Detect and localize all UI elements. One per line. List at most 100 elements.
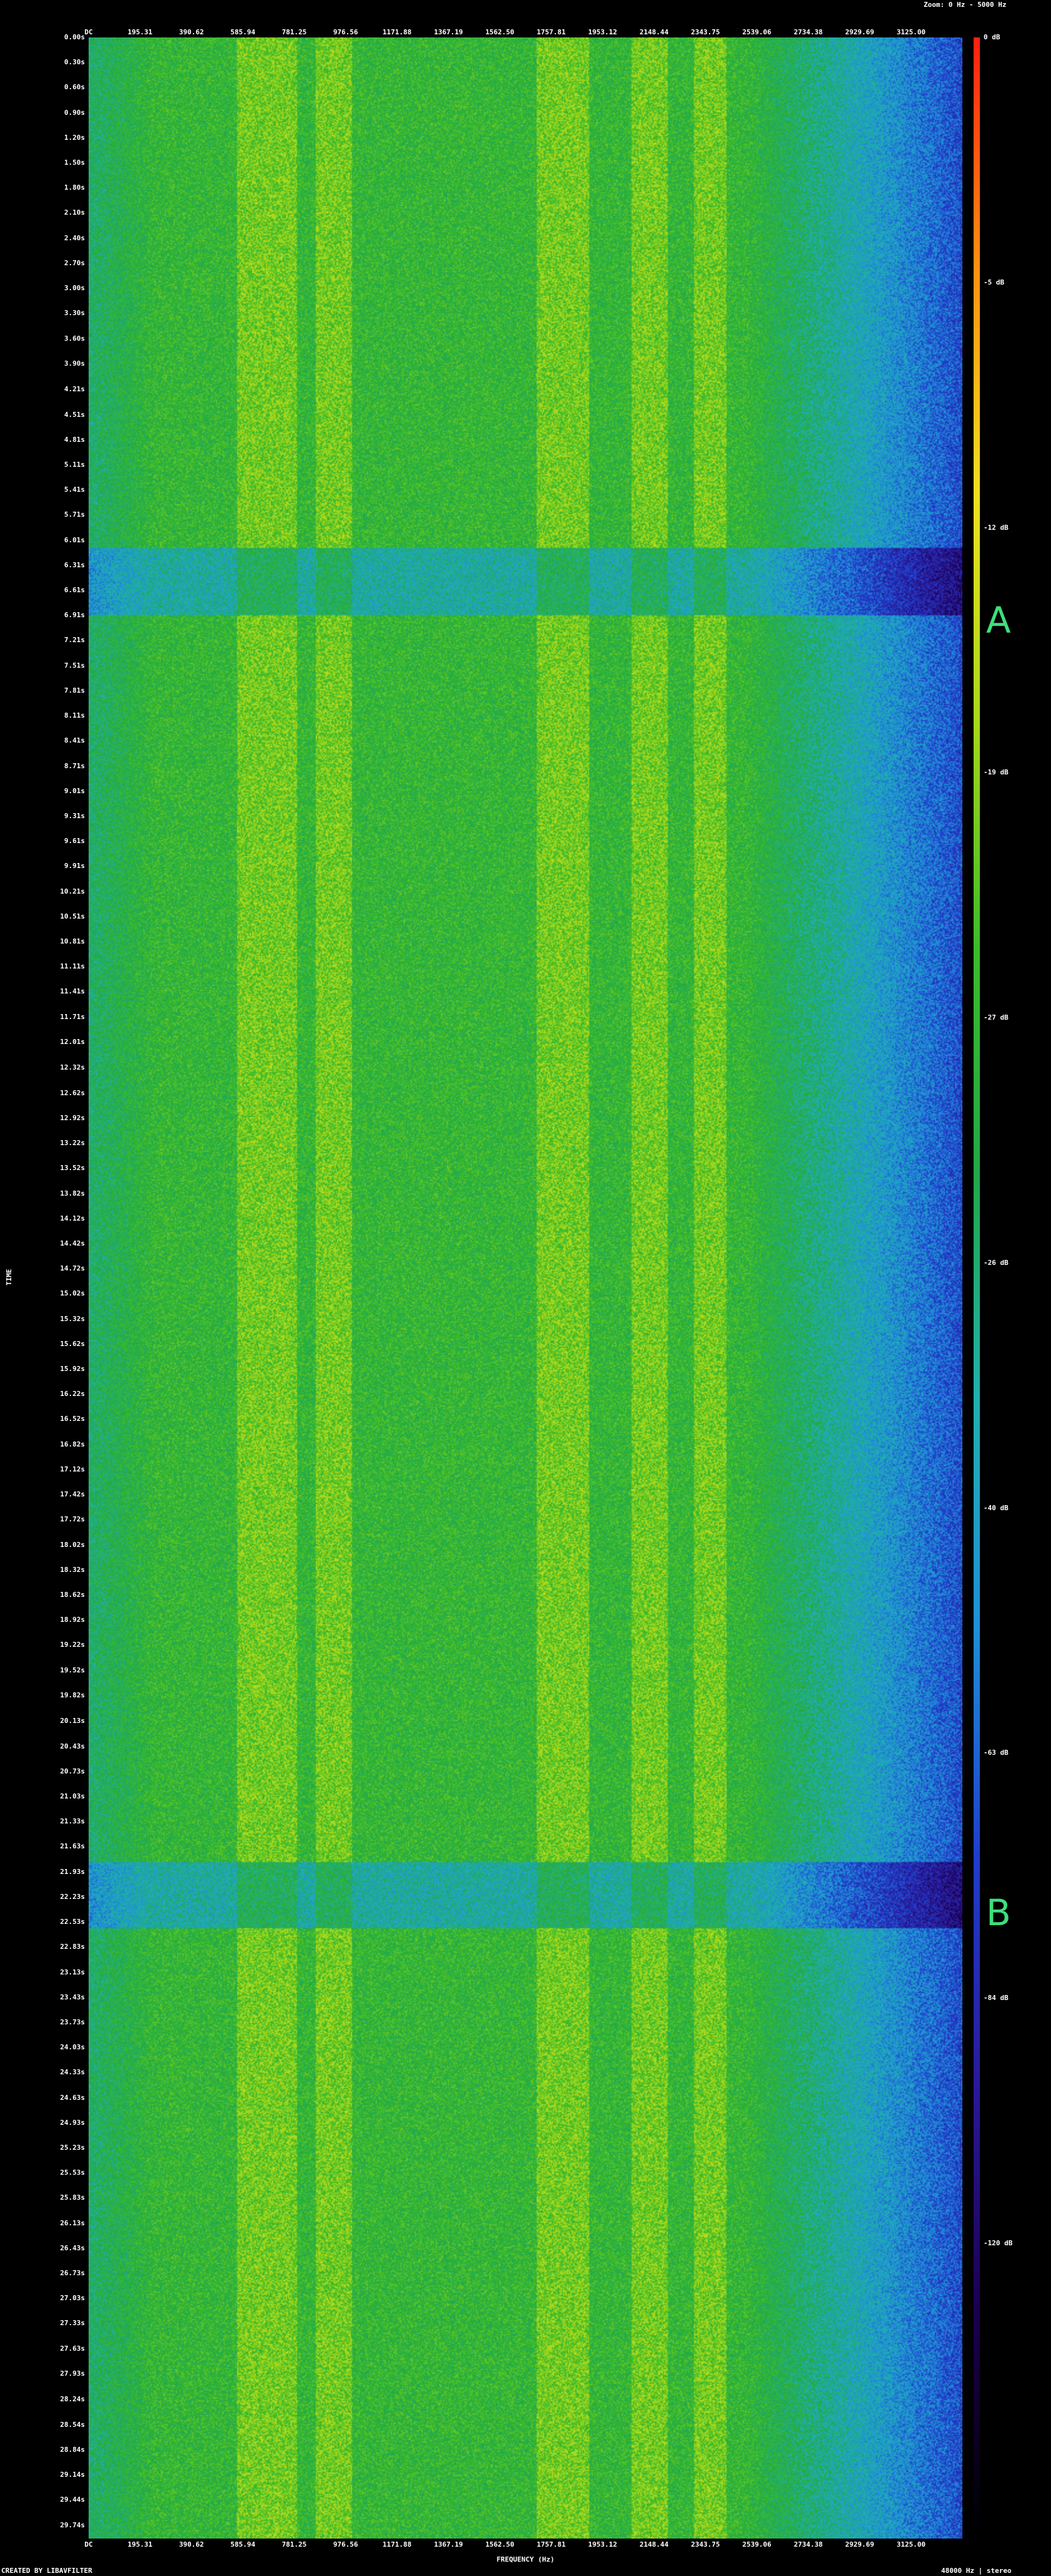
time-tick-label: 19.22s <box>60 1641 85 1649</box>
time-tick-label: 27.93s <box>60 2369 85 2378</box>
freq-tick-label: 976.56 <box>333 2540 358 2549</box>
db-tick-label: -5 dB <box>984 278 1005 286</box>
time-tick-label: 2.70s <box>64 258 85 267</box>
time-tick-label: 14.12s <box>60 1214 85 1222</box>
time-tick-label: 5.11s <box>64 460 85 469</box>
time-tick-label: 14.42s <box>60 1239 85 1247</box>
db-tick-label: -120 dB <box>984 2239 1013 2248</box>
time-tick-label: 18.32s <box>60 1565 85 1574</box>
time-tick-label: 20.43s <box>60 1742 85 1750</box>
time-tick-label: 4.21s <box>64 385 85 394</box>
freq-tick-label: 2734.38 <box>793 2540 823 2549</box>
freq-tick-label: 781.25 <box>281 28 307 36</box>
time-tick-label: 15.02s <box>60 1289 85 1298</box>
marker-a: A <box>986 599 1011 642</box>
time-tick-label: 9.91s <box>64 862 85 871</box>
time-tick-label: 23.73s <box>60 2017 85 2026</box>
footer-left: CREATED BY LIBAVFILTER <box>1 2567 92 2575</box>
time-tick-label: 7.51s <box>64 661 85 670</box>
time-tick-label: 25.53s <box>60 2169 85 2177</box>
time-tick-label: 12.32s <box>60 1063 85 1072</box>
time-tick-label: 3.90s <box>64 359 85 368</box>
freq-tick-label: 1367.19 <box>434 28 463 36</box>
time-tick-label: 25.23s <box>60 2144 85 2152</box>
time-tick-label: 25.83s <box>60 2193 85 2202</box>
time-tick-label: 22.53s <box>60 1918 85 1926</box>
time-tick-label: 17.12s <box>60 1465 85 1473</box>
time-tick-label: 1.50s <box>64 159 85 167</box>
time-tick-label: 11.11s <box>60 962 85 971</box>
db-tick-label: -40 dB <box>984 1503 1009 1512</box>
freq-tick-label: 2148.44 <box>639 2540 669 2549</box>
time-tick-label: 8.11s <box>64 711 85 720</box>
time-tick-label: 11.41s <box>60 987 85 996</box>
time-tick-label: 6.01s <box>64 535 85 544</box>
freq-tick-label: 2539.06 <box>742 2540 771 2549</box>
time-tick-label: 10.51s <box>60 912 85 920</box>
freq-tick-label: 585.94 <box>230 28 255 36</box>
time-tick-label: 28.84s <box>60 2445 85 2454</box>
time-tick-label: 1.80s <box>64 183 85 192</box>
time-tick-label: 7.21s <box>64 636 85 645</box>
time-tick-label: 12.01s <box>60 1037 85 1046</box>
time-tick-label: 20.73s <box>60 1767 85 1775</box>
time-tick-label: 15.62s <box>60 1339 85 1348</box>
time-tick-label: 12.92s <box>60 1113 85 1122</box>
time-tick-label: 29.14s <box>60 2471 85 2479</box>
time-tick-label: 27.33s <box>60 2319 85 2328</box>
time-tick-label: 24.63s <box>60 2093 85 2102</box>
time-tick-label: 21.63s <box>60 1842 85 1851</box>
db-tick-label: 0 dB <box>984 33 1000 41</box>
time-tick-label: 3.60s <box>64 334 85 343</box>
freq-tick-label: 3125.00 <box>896 28 926 36</box>
db-tick-label: -63 dB <box>984 1749 1009 1757</box>
freq-tick-label: 1757.81 <box>537 28 566 36</box>
time-tick-label: 13.82s <box>60 1189 85 1198</box>
freq-tick-label: 2148.44 <box>639 28 669 36</box>
db-tick-label: -27 dB <box>984 1013 1009 1022</box>
time-tick-label: 4.81s <box>64 435 85 444</box>
time-tick-label: 21.33s <box>60 1817 85 1826</box>
time-tick-label: 19.52s <box>60 1666 85 1674</box>
time-tick-label: 5.41s <box>64 485 85 494</box>
time-tick-label: 16.82s <box>60 1440 85 1448</box>
time-tick-label: 0.60s <box>64 83 85 92</box>
freq-tick-label: 195.31 <box>127 2540 153 2549</box>
time-tick-label: 16.52s <box>60 1415 85 1423</box>
time-tick-label: 2.40s <box>64 233 85 242</box>
time-tick-label: 23.13s <box>60 1968 85 1976</box>
freq-tick-label: 2343.75 <box>691 28 720 36</box>
time-tick-label: 21.93s <box>60 1867 85 1876</box>
x-axis-label: FREQUENCY (Hz) <box>496 2555 555 2564</box>
time-tick-label: 17.42s <box>60 1490 85 1499</box>
freq-tick-label: 1953.12 <box>588 2540 617 2549</box>
time-tick-label: 15.92s <box>60 1365 85 1373</box>
time-tick-label: 22.23s <box>60 1892 85 1901</box>
marker-b: B <box>986 1891 1011 1934</box>
y-axis-label: TIME <box>5 1269 13 1286</box>
freq-tick-label: 1171.88 <box>382 28 412 36</box>
freq-tick-label: DC <box>84 2540 93 2549</box>
time-tick-label: 27.03s <box>60 2294 85 2303</box>
time-tick-label: 4.51s <box>64 410 85 419</box>
time-tick-label: 24.33s <box>60 2068 85 2077</box>
time-tick-label: 5.71s <box>64 510 85 519</box>
freq-tick-label: 1562.50 <box>485 2540 515 2549</box>
freq-tick-label: 390.62 <box>178 2540 204 2549</box>
time-tick-label: 10.21s <box>60 887 85 895</box>
time-tick-label: 9.31s <box>64 811 85 820</box>
time-tick-label: 28.24s <box>60 2395 85 2404</box>
time-tick-label: 1.20s <box>64 133 85 142</box>
freq-tick-label: 1367.19 <box>434 2540 463 2549</box>
time-tick-label: 24.03s <box>60 2043 85 2052</box>
time-tick-label: 27.63s <box>60 2344 85 2353</box>
time-tick-label: 28.54s <box>60 2420 85 2429</box>
time-tick-label: 24.93s <box>60 2118 85 2127</box>
time-tick-label: 18.02s <box>60 1540 85 1549</box>
time-tick-label: 26.73s <box>60 2269 85 2278</box>
time-tick-label: 0.30s <box>64 58 85 67</box>
footer-right: 48000 Hz | stereo <box>941 2567 1012 2575</box>
time-tick-label: 10.81s <box>60 937 85 946</box>
freq-tick-label: 390.62 <box>178 28 204 36</box>
time-tick-label: 16.22s <box>60 1390 85 1398</box>
